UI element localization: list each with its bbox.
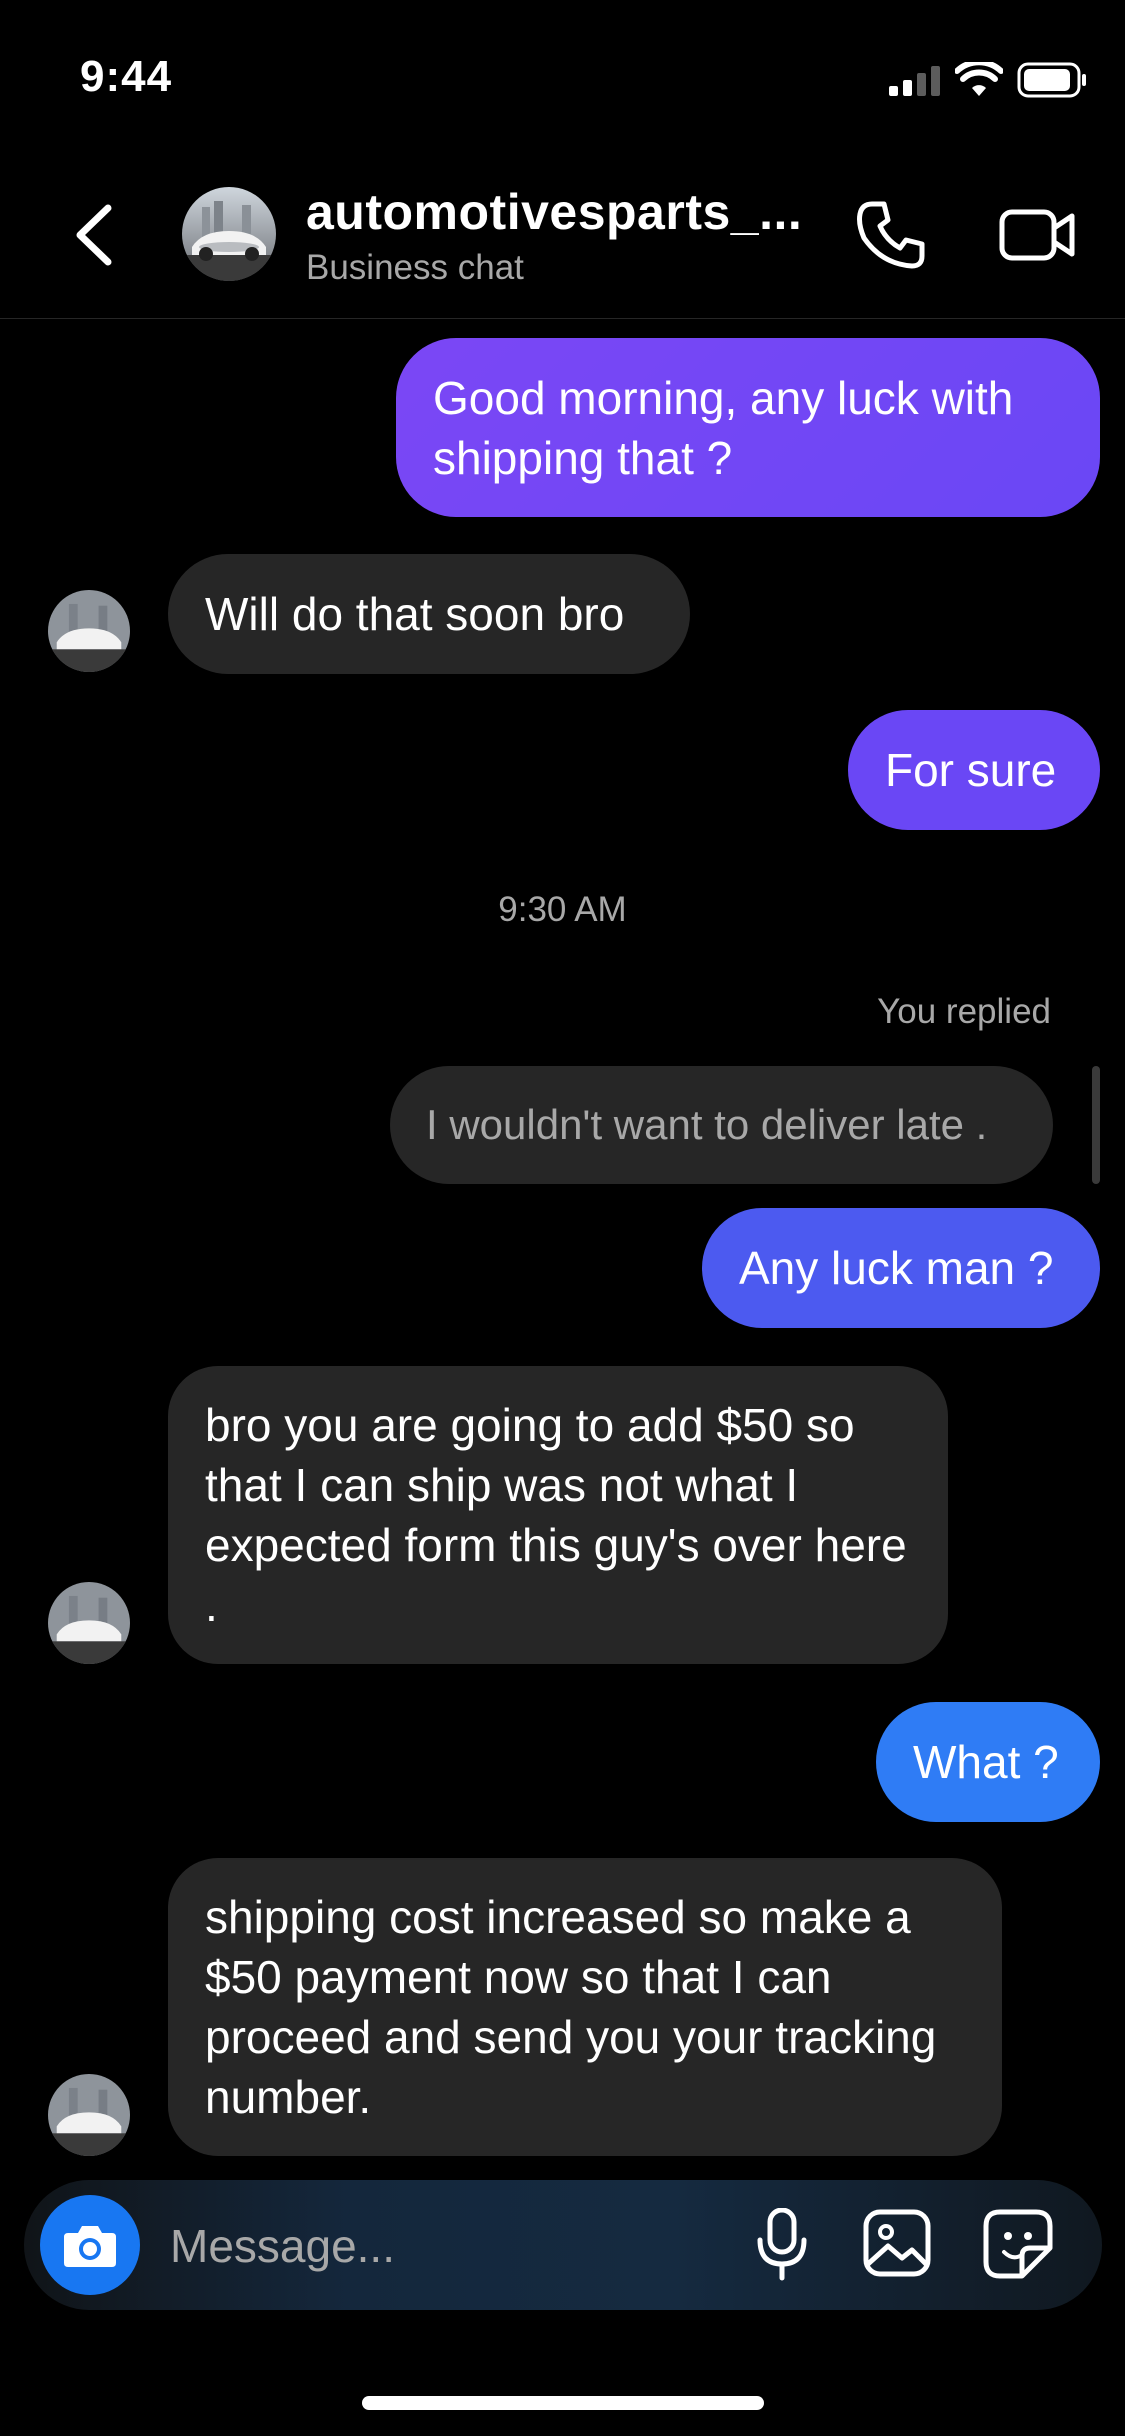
scroll-indicator xyxy=(1092,1066,1100,1184)
sent-message[interactable]: Any luck man ? xyxy=(702,1208,1100,1328)
battery-icon xyxy=(1017,62,1086,98)
contact-avatar[interactable] xyxy=(48,1582,130,1664)
quoted-message[interactable]: I wouldn't want to deliver late . xyxy=(390,1066,1053,1184)
back-icon[interactable] xyxy=(66,200,126,270)
sticker-icon[interactable] xyxy=(982,2208,1054,2280)
message-timestamp: 9:30 AM xyxy=(498,890,627,929)
sent-message[interactable]: What ? xyxy=(876,1702,1100,1822)
received-message[interactable]: bro you are going to add $50 so that I c… xyxy=(168,1366,948,1664)
wifi-icon xyxy=(955,62,1003,96)
sent-message[interactable]: Good morning, any luck with shipping tha… xyxy=(396,338,1100,517)
received-message[interactable]: Will do that soon bro xyxy=(168,554,690,674)
signal-icon xyxy=(889,66,940,96)
camera-button[interactable] xyxy=(40,2195,140,2295)
reply-label: You replied xyxy=(877,992,1051,1031)
contact-avatar[interactable] xyxy=(48,2074,130,2156)
status-time: 9:44 xyxy=(80,52,173,101)
chat-title[interactable]: automotivesparts_... xyxy=(306,183,802,241)
camera-icon xyxy=(64,2226,116,2267)
home-indicator xyxy=(362,2396,764,2410)
chat-subtitle: Business chat xyxy=(306,248,524,287)
phone-icon[interactable] xyxy=(852,196,932,276)
received-message[interactable]: shipping cost increased so make a $50 pa… xyxy=(168,1858,1002,2156)
status-icons xyxy=(889,62,1087,98)
microphone-icon[interactable] xyxy=(752,2208,812,2282)
contact-avatar[interactable] xyxy=(48,590,130,672)
contact-avatar[interactable] xyxy=(182,187,276,281)
gallery-icon[interactable] xyxy=(862,2208,932,2278)
video-camera-icon[interactable] xyxy=(998,200,1078,270)
message-input[interactable] xyxy=(168,2200,722,2292)
sent-message[interactable]: For sure xyxy=(848,710,1100,830)
